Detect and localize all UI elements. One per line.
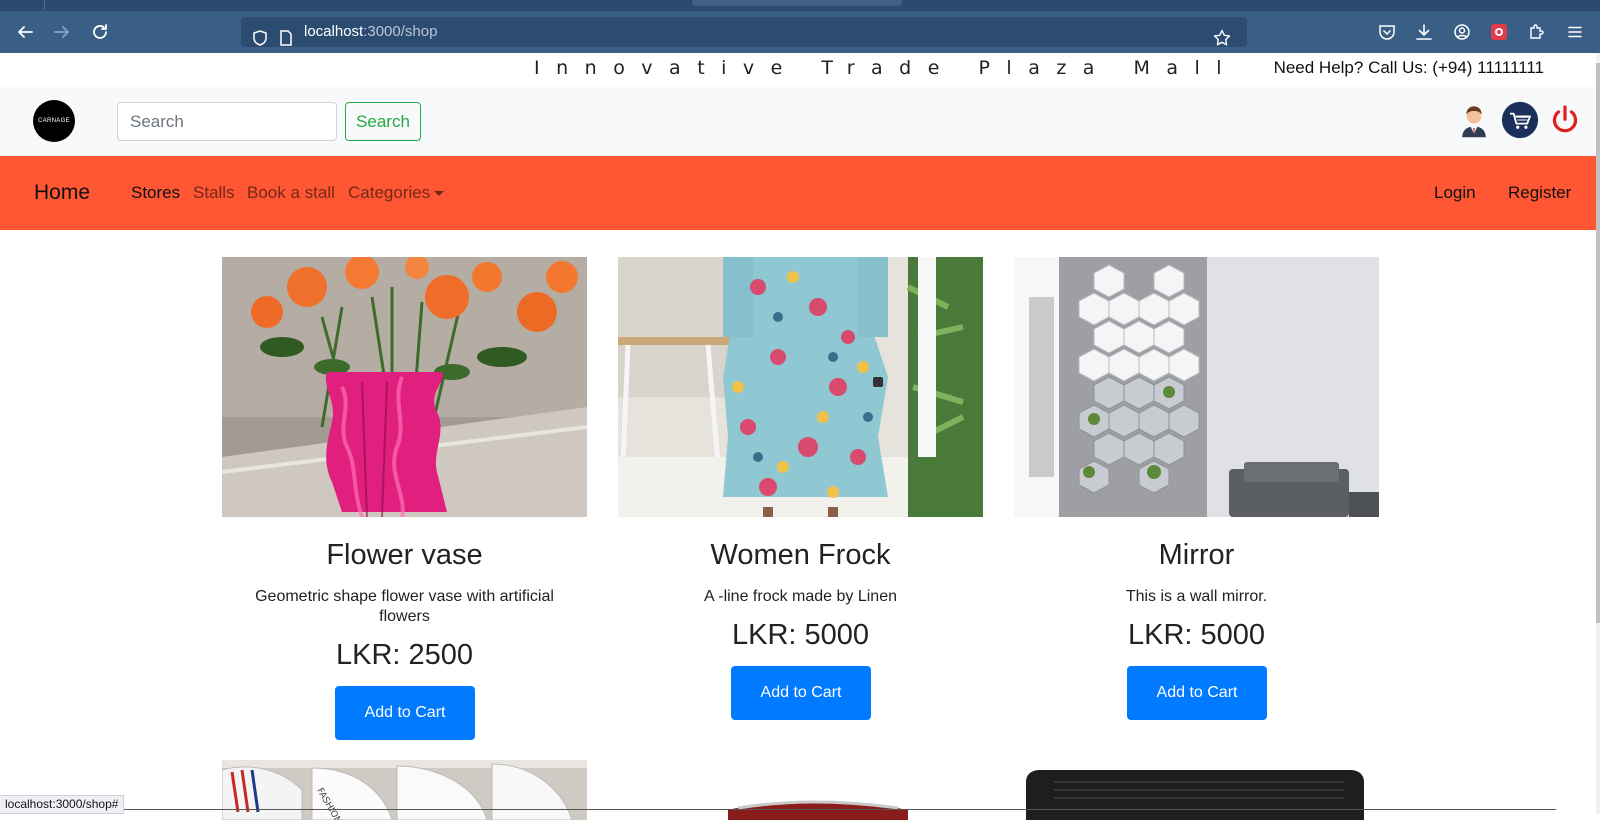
nav-home-link[interactable]: Home bbox=[34, 156, 90, 230]
product-image-women-frock[interactable] bbox=[618, 257, 983, 517]
chevron-down-icon bbox=[434, 191, 444, 196]
page-scrollbar[interactable] bbox=[1596, 53, 1600, 814]
site-header: CARNAGE Search bbox=[0, 87, 1596, 156]
user-profile-icon[interactable] bbox=[1453, 99, 1495, 141]
active-tab[interactable] bbox=[692, 0, 902, 6]
nav-book-stall-link[interactable]: Book a stall bbox=[247, 156, 335, 230]
product-card: Women Frock A -line frock made by Linen … bbox=[618, 257, 983, 727]
downloads-icon[interactable] bbox=[1409, 11, 1439, 53]
nav-categories-label: Categories bbox=[348, 183, 430, 202]
url-bar[interactable]: localhost:3000/shop bbox=[241, 17, 1247, 47]
tab-separator bbox=[44, 0, 45, 10]
add-to-cart-button[interactable]: Add to Cart bbox=[1127, 666, 1267, 720]
nav-login-link[interactable]: Login bbox=[1434, 156, 1476, 230]
nav-stalls-link[interactable]: Stalls bbox=[193, 156, 235, 230]
extensions-puzzle-icon[interactable] bbox=[1522, 11, 1552, 53]
mall-title: Innovative Trade Plaza Mall bbox=[534, 57, 1238, 79]
add-to-cart-button[interactable]: Add to Cart bbox=[731, 666, 871, 720]
menu-icon[interactable] bbox=[1560, 11, 1590, 53]
product-description: This is a wall mirror. bbox=[1034, 587, 1359, 607]
product-image-car[interactable] bbox=[618, 760, 983, 820]
product-image-flower-vase[interactable] bbox=[222, 257, 587, 517]
add-to-cart-button[interactable]: Add to Cart bbox=[335, 686, 475, 740]
product-card: Mirror This is a wall mirror. LKR: 5000 … bbox=[1014, 257, 1379, 727]
logo-text: CARNAGE bbox=[38, 118, 70, 124]
product-image-mirror[interactable] bbox=[1014, 257, 1379, 517]
product-description: Geometric shape flower vase with artific… bbox=[242, 587, 567, 627]
product-description: A -line frock made by Linen bbox=[638, 587, 963, 607]
product-price: LKR: 5000 bbox=[618, 619, 983, 652]
main-navbar: Home Stores Stalls Book a stall Categori… bbox=[0, 156, 1596, 230]
account-icon[interactable] bbox=[1447, 11, 1477, 53]
product-title: Mirror bbox=[1014, 539, 1379, 572]
link-status-tooltip: localhost:3000/shop# bbox=[0, 795, 124, 814]
pocket-icon[interactable] bbox=[1372, 11, 1402, 53]
search-input[interactable] bbox=[117, 102, 337, 141]
shopping-cart-icon[interactable] bbox=[1499, 99, 1541, 141]
search-button[interactable]: Search bbox=[345, 102, 421, 141]
forward-icon[interactable] bbox=[47, 11, 77, 53]
extension-red-icon[interactable] bbox=[1484, 11, 1514, 53]
url-path: :3000/shop bbox=[363, 23, 437, 40]
nav-register-link[interactable]: Register bbox=[1508, 156, 1571, 230]
product-title: Flower vase bbox=[222, 539, 587, 572]
product-price: LKR: 5000 bbox=[1014, 619, 1379, 652]
power-logout-icon[interactable] bbox=[1544, 99, 1586, 141]
product-price: LKR: 2500 bbox=[222, 639, 587, 672]
info-bar: Innovative Trade Plaza Mall Need Help? C… bbox=[0, 53, 1596, 87]
nav-stores-link[interactable]: Stores bbox=[131, 156, 180, 230]
page-bottom-divider bbox=[0, 809, 1556, 810]
product-card: Flower vase Geometric shape flower vase … bbox=[222, 257, 587, 747]
scrollbar-thumb[interactable] bbox=[1596, 63, 1600, 623]
back-icon[interactable] bbox=[10, 11, 40, 53]
nav-categories-dropdown[interactable]: Categories bbox=[348, 156, 444, 230]
product-image-furniture[interactable] bbox=[1014, 760, 1379, 820]
product-title: Women Frock bbox=[618, 539, 983, 572]
help-contact-text: Need Help? Call Us: (+94) 11111111 bbox=[1274, 58, 1544, 78]
url-host: localhost bbox=[304, 23, 363, 40]
reload-icon[interactable] bbox=[85, 11, 115, 53]
browser-toolbar: localhost:3000/shop bbox=[0, 11, 1600, 53]
url-text[interactable]: localhost:3000/shop bbox=[304, 17, 437, 47]
browser-tabstrip bbox=[0, 0, 1600, 11]
product-image-shoes[interactable]: FASHION bbox=[222, 760, 587, 820]
site-logo[interactable]: CARNAGE bbox=[33, 100, 75, 142]
